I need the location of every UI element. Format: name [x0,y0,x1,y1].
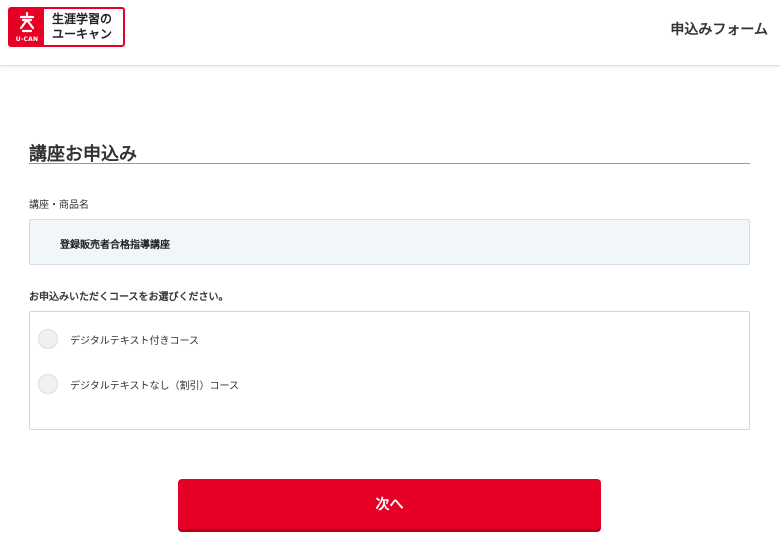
logo-mark-text: U-CAN [15,36,39,43]
course-option-without-text[interactable]: デジタルテキストなし（割引）コース [38,373,239,395]
radio-unchecked-icon[interactable] [38,374,58,394]
product-name: 登録販売者合格指導講座 [60,240,170,251]
header-title: 申込みフォーム [670,22,768,38]
logo-text: 生涯学習の ユーキャン [44,9,123,45]
course-options-box: デジタルテキスト付きコース デジタルテキストなし（割引）コース [29,311,750,430]
logo-line-2: ユーキャン [52,27,113,41]
radio-unchecked-icon[interactable] [38,329,58,349]
course-prompt: お申込みいただくコースをお選びください。 [29,292,229,303]
title-divider [29,163,750,164]
course-option-with-text[interactable]: デジタルテキスト付きコース [38,328,199,350]
course-option-label: デジタルテキストなし（割引）コース [70,380,239,392]
ucan-logo[interactable]: U-CAN 生涯学習の ユーキャン [8,7,125,47]
next-button[interactable]: 次へ [178,479,601,529]
product-box: 登録販売者合格指導講座 [29,219,750,265]
course-option-label: デジタルテキスト付きコース [70,335,199,347]
ucan-logo-icon: U-CAN [10,9,44,45]
product-label: 講座・商品名 [29,200,89,211]
logo-line-1: 生涯学習の [52,12,113,26]
page-header: U-CAN 生涯学習の ユーキャン 申込みフォーム [0,0,780,66]
